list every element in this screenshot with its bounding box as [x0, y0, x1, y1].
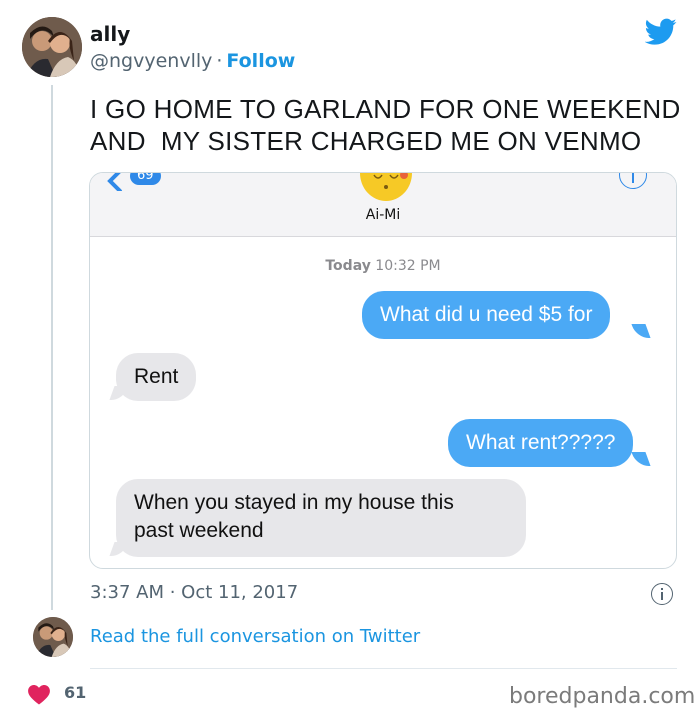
imessage-header: 69 Ai-Mi	[90, 173, 676, 237]
thread-line	[51, 85, 53, 610]
message-bubble-sent: What did u need $5 for	[362, 291, 611, 339]
bubble-tail	[631, 452, 651, 466]
back-badge[interactable]: 69	[130, 173, 161, 185]
user-handle[interactable]: @ngvyenvlly	[90, 50, 212, 72]
back-chevron-icon[interactable]	[104, 172, 126, 191]
timestamp-time: 10:32 PM	[375, 258, 441, 274]
follow-button[interactable]: Follow	[226, 50, 295, 72]
tweet-text: I GO HOME TO GARLAND FOR ONE WEEKEND AND…	[90, 93, 690, 157]
tweet-date[interactable]: 3:37 AM · Oct 11, 2017	[90, 582, 298, 603]
like-count[interactable]: 61	[64, 683, 86, 702]
message-line2: past weekend	[134, 519, 264, 542]
divider	[90, 668, 677, 669]
twitter-bird-icon[interactable]	[645, 18, 677, 46]
tweet-text-line2: AND MY SISTER CHARGED ME ON VENMO	[90, 126, 642, 156]
separator: ·	[216, 50, 223, 72]
contact-name: Ai-Mi	[365, 207, 401, 223]
tweet-text-line1: I GO HOME TO GARLAND FOR ONE WEEKEND	[90, 94, 681, 124]
timestamp-day: Today	[325, 258, 371, 274]
handle-row: @ngvyenvlly · Follow	[90, 50, 295, 72]
read-conversation-link[interactable]: Read the full conversation on Twitter	[90, 626, 420, 647]
info-icon[interactable]	[619, 173, 647, 189]
avatar-small[interactable]	[33, 617, 73, 657]
message-bubble-received: Rent	[116, 353, 197, 401]
emoji-face-icon	[360, 173, 412, 201]
message-bubble-received: When you stayed in my house this past we…	[116, 479, 526, 557]
info-icon[interactable]	[651, 583, 673, 605]
message-line1: When you stayed in my house this	[134, 491, 454, 514]
watermark: boredpanda.com	[509, 684, 696, 709]
heart-icon[interactable]	[28, 685, 50, 705]
tweet-media[interactable]: 69 Ai-Mi Today 10:32 PM What did u need …	[89, 172, 677, 569]
display-name[interactable]: ally	[90, 22, 130, 46]
bubble-tail	[631, 324, 651, 338]
message-bubble-sent: What rent?????	[448, 419, 634, 467]
message-timestamp: Today 10:32 PM	[90, 258, 676, 274]
avatar[interactable]	[22, 17, 82, 77]
